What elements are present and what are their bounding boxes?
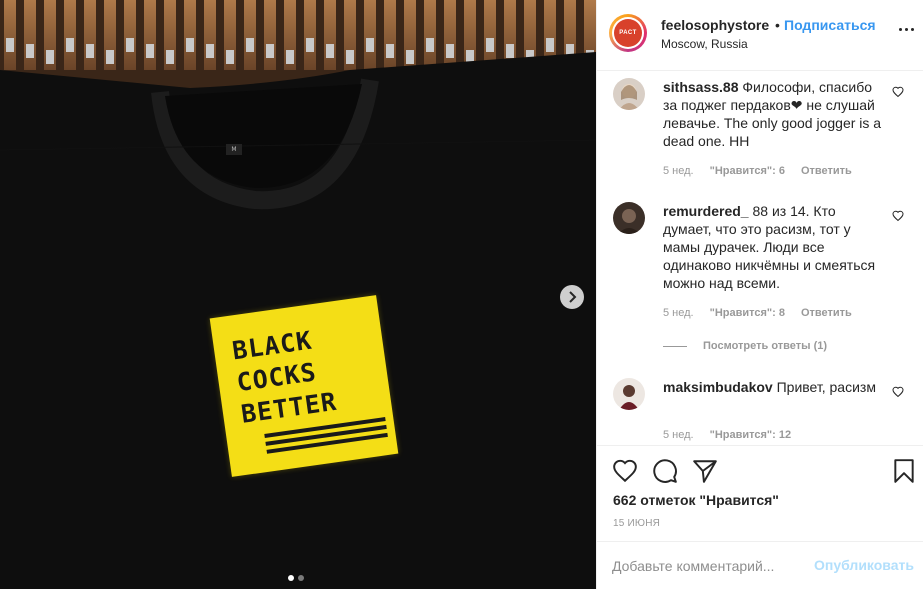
comment-body: remurdered_ 88 из 14. Кто думает, что эт…: [663, 202, 883, 292]
comment-username[interactable]: sithsass.88: [663, 79, 739, 95]
avatar-photo-icon: [613, 78, 645, 110]
more-dot: [911, 28, 914, 31]
avatar-photo-icon: [613, 202, 645, 234]
post-header: РАСТ feelosophystore • Подписаться Mosco…: [597, 0, 923, 71]
comment-body: maksimbudakov Привет, расизм: [663, 378, 883, 396]
author-logo: РАСТ: [614, 19, 642, 47]
comment-input[interactable]: [612, 556, 802, 576]
publish-button[interactable]: Опубликовать: [814, 557, 914, 573]
tshirt: [0, 52, 596, 589]
post-photo[interactable]: M BLACK COCKS BETTER: [0, 0, 596, 589]
heart-icon[interactable]: [892, 386, 904, 398]
comment-time[interactable]: 5 нед.: [663, 165, 694, 177]
comment-meta: 5 нед. "Нравится": 8 Ответить: [663, 307, 852, 319]
author-username[interactable]: feelosophystore: [661, 17, 769, 33]
comment-reply-button[interactable]: Ответить: [801, 307, 852, 319]
avatar-photo-icon: [613, 378, 645, 410]
comment-time[interactable]: 5 нед.: [663, 307, 694, 319]
author-avatar[interactable]: РАСТ: [609, 14, 647, 52]
bookmark-icon[interactable]: [891, 458, 917, 484]
post-side-panel: РАСТ feelosophystore • Подписаться Mosco…: [596, 0, 923, 589]
comment-likes[interactable]: "Нравится": 12: [710, 429, 791, 441]
like-heart-icon[interactable]: [612, 458, 638, 484]
comment-likes[interactable]: "Нравится": 6: [710, 165, 785, 177]
follow-button[interactable]: Подписаться: [784, 17, 876, 33]
comment-body: sithsass.88 Философи, спасибо за поджег …: [663, 78, 883, 150]
comment-bubble-icon[interactable]: [652, 458, 678, 484]
comment-likes[interactable]: "Нравится": 8: [710, 307, 785, 319]
post-location[interactable]: Moscow, Russia: [661, 37, 748, 51]
chevron-right-icon: [569, 291, 577, 303]
more-dot: [905, 28, 908, 31]
comment-reply-button[interactable]: Ответить: [801, 165, 852, 177]
post-actions: 662 отметок "Нравится" 15 ИЮНЯ: [597, 445, 923, 541]
print-text: BLACK COCKS BETTER: [230, 316, 382, 431]
add-comment-bar: Опубликовать: [597, 541, 923, 589]
share-send-icon[interactable]: [692, 458, 718, 484]
comment-username[interactable]: remurdered_: [663, 203, 749, 219]
size-tag: M: [226, 144, 242, 155]
carousel-dots: [288, 575, 304, 581]
comment-time[interactable]: 5 нед.: [663, 429, 694, 441]
comment-meta: 5 нед. "Нравится": 12: [663, 429, 791, 441]
heart-icon[interactable]: [892, 86, 904, 98]
carousel-dot-active: [288, 575, 294, 581]
follow-separator: •: [775, 17, 780, 33]
post-date[interactable]: 15 ИЮНЯ: [613, 518, 660, 529]
shirt-print: BLACK COCKS BETTER: [209, 295, 399, 477]
view-replies-label: Посмотреть ответы (1): [703, 340, 828, 352]
commenter-avatar[interactable]: [613, 378, 645, 410]
comment-username[interactable]: maksimbudakov: [663, 379, 773, 395]
carousel-next-button[interactable]: [560, 285, 584, 309]
carousel-dot: [298, 575, 304, 581]
comment-text: Привет, расизм: [776, 379, 876, 395]
replies-line: [663, 345, 687, 347]
heart-icon[interactable]: [892, 210, 904, 222]
commenter-avatar[interactable]: [613, 202, 645, 234]
view-replies-button[interactable]: Посмотреть ответы (1): [663, 340, 827, 352]
comment-meta: 5 нед. "Нравится": 6 Ответить: [663, 165, 852, 177]
more-dot: [899, 28, 902, 31]
commenter-avatar[interactable]: [613, 78, 645, 110]
likes-count[interactable]: 662 отметок "Нравится": [613, 492, 779, 508]
more-options-icon[interactable]: [899, 28, 914, 31]
